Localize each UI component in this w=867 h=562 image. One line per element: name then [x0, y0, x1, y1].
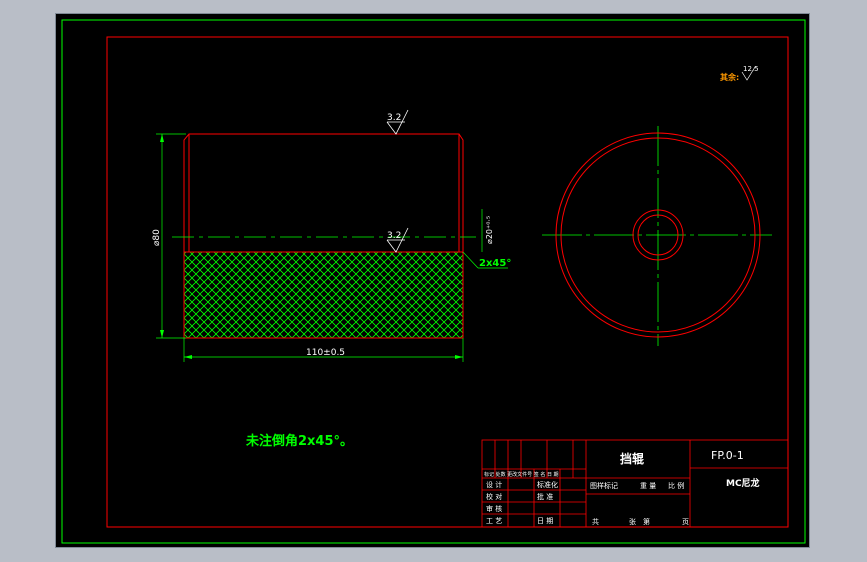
general-note: 未注倒角2x45°。 — [245, 433, 353, 449]
dim-arrow-right — [455, 355, 463, 359]
row-process: 工 艺 — [486, 517, 502, 525]
approve-label: 批 准 — [537, 492, 553, 501]
chamfer-leader — [462, 251, 479, 269]
svg-text:其余:: 其余: — [720, 72, 739, 82]
dim-chamfer: 2x45° — [479, 258, 511, 269]
side-view — [542, 126, 772, 346]
stage-mark-label: 图样标记 — [590, 481, 618, 490]
sheet-label: 张 — [629, 517, 636, 526]
dim-length: 110±0.5 — [306, 348, 345, 358]
svg-text:3.2: 3.2 — [387, 231, 401, 241]
row-review: 审 核 — [486, 504, 502, 513]
sheet-no-label: 第 — [643, 517, 650, 526]
rev-header: 标记 处数 更改文件号 签 名 日 期 — [484, 471, 559, 478]
surface-finish-symbol-top: 3.2 — [386, 109, 409, 135]
remaining-finish-note: 其余: 12.5 — [720, 65, 759, 82]
dim-arrow-bottom — [160, 330, 164, 338]
part-name: 挡辊 — [620, 451, 644, 466]
standardize-label: 标准化 — [537, 480, 558, 489]
drawing-sheet: ⌀80 ⌀20⁺⁰·⁵ 2x45° 110±0.5 3.2 3.2 其余: 12… — [55, 13, 810, 548]
section-hatch — [183, 251, 464, 339]
dim-arrow-top — [160, 134, 164, 142]
surface-finish-symbol-mid: 3.2 — [386, 227, 409, 253]
dim-arrow-left — [184, 355, 192, 359]
scale-label: 比 例 — [668, 481, 684, 490]
row-design: 设 计 — [486, 480, 502, 489]
part-outline-upper — [183, 133, 464, 252]
dim-bore-diameter: ⌀20⁺⁰·⁵ — [485, 216, 494, 244]
drawing-number: FP.0-1 — [711, 449, 744, 462]
row-check: 校 对 — [486, 492, 502, 501]
material: MC尼龙 — [726, 477, 760, 489]
svg-text:12.5: 12.5 — [743, 65, 759, 73]
title-block-text: 挡辊 FP.0-1 MC尼龙 标记 处数 更改文件号 签 名 日 期 设 计 校… — [484, 449, 760, 526]
drawing-canvas: ⌀80 ⌀20⁺⁰·⁵ 2x45° 110±0.5 3.2 3.2 其余: 12… — [61, 19, 806, 544]
section-view: ⌀80 ⌀20⁺⁰·⁵ 2x45° 110±0.5 3.2 3.2 — [152, 109, 511, 362]
weight-label: 重 量 — [640, 482, 656, 490]
svg-text:3.2: 3.2 — [387, 113, 401, 123]
total-label: 共 — [592, 517, 599, 526]
dim-outer-diameter: ⌀80 — [152, 229, 162, 246]
date-label: 日 期 — [537, 517, 553, 525]
page-label: 页 — [682, 518, 689, 526]
